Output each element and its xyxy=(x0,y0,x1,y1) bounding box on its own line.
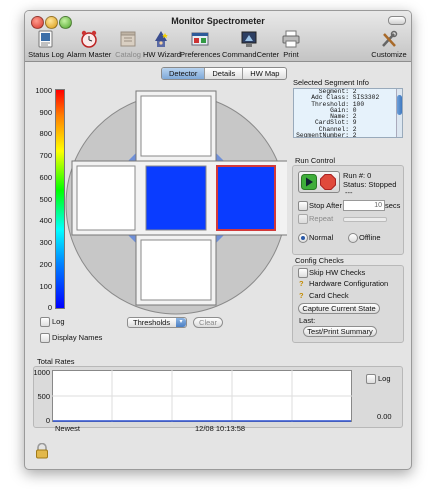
toolbar-toggle-button[interactable] xyxy=(388,16,406,25)
rates-y-tick: 0 xyxy=(45,416,50,425)
status-log-icon xyxy=(38,30,53,48)
total-rates-plot xyxy=(52,370,352,422)
window-title: Monitor Spectrometer xyxy=(171,16,265,26)
repeat-slider[interactable] xyxy=(343,217,387,222)
detector-view xyxy=(65,90,287,315)
detector-segment-center[interactable] xyxy=(145,165,207,231)
log-scale-label: Log xyxy=(52,317,65,326)
segment-info-scrollbar[interactable] xyxy=(396,89,402,137)
color-scale-tick: 700 xyxy=(39,151,52,160)
tab-details[interactable]: Details xyxy=(204,68,242,79)
toolbar-print-button[interactable]: Print xyxy=(279,30,303,59)
color-scale-tick: 0 xyxy=(47,303,52,312)
toolbar-customize-button[interactable]: Customize xyxy=(371,30,407,59)
card-check-label: Card Check xyxy=(309,291,349,300)
tab-hw-map[interactable]: HW Map xyxy=(242,68,286,79)
toolbar-hw-wizard-button[interactable]: HW Wizard xyxy=(143,30,181,59)
run-number: Run #: 0 xyxy=(343,171,372,180)
rates-log-checkbox[interactable] xyxy=(366,374,376,384)
clear-button[interactable]: Clear xyxy=(193,317,223,328)
color-scale-tick: 500 xyxy=(39,195,52,204)
config-checks-title: Config Checks xyxy=(295,256,344,265)
last-label: Last: xyxy=(299,316,316,325)
display-mode-select[interactable]: Thresholds ▾ xyxy=(127,317,187,328)
display-mode-value: Thresholds xyxy=(133,318,171,327)
segment-info-title: Selected Segment Info xyxy=(293,78,369,87)
detector-segment-top[interactable] xyxy=(140,95,212,157)
lock-icon[interactable] xyxy=(35,443,49,459)
rates-y-tick: 1000 xyxy=(33,368,50,377)
offline-mode-label: Offline xyxy=(359,233,381,242)
toolbar-preferences-button[interactable]: Preferences xyxy=(180,30,220,59)
repeat-label: Repeat xyxy=(309,214,334,223)
alarm-clock-icon xyxy=(81,30,97,48)
skip-hw-checks-label: Skip HW Checks xyxy=(309,268,366,277)
chevron-down-icon: ▾ xyxy=(176,318,186,327)
color-scale-tick: 600 xyxy=(39,173,52,182)
run-sub-status: --- xyxy=(345,188,353,197)
command-center-icon xyxy=(241,31,257,47)
title-bar: Monitor Spectrometer Status Log Alarm Ma… xyxy=(25,11,411,62)
view-tabs: Detector Details HW Map xyxy=(161,67,288,80)
display-names-label: Display Names xyxy=(52,333,103,342)
start-run-button[interactable] xyxy=(301,174,317,190)
color-scale-tick: 400 xyxy=(39,216,52,225)
log-scale-checkbox[interactable] xyxy=(40,317,50,327)
segment-info-row: SegmentNumber: 2 xyxy=(296,132,357,138)
rates-y-tick: 500 xyxy=(37,392,50,401)
main-window: Monitor Spectrometer Status Log Alarm Ma… xyxy=(24,10,412,470)
rates-x-label-newest: Newest xyxy=(55,424,81,433)
segment-info-panel: Segment: 2 Adc Class: SIS3302 Threshold:… xyxy=(293,88,403,138)
run-control-title: Run Control xyxy=(295,156,336,165)
color-scale-tick: 100 xyxy=(39,282,52,291)
color-scale-tick: 200 xyxy=(39,260,52,269)
stop-run-button[interactable] xyxy=(320,174,336,190)
normal-mode-radio[interactable] xyxy=(298,233,308,243)
color-scale-tick: 300 xyxy=(39,238,52,247)
toolbar-status-log-button[interactable]: Status Log xyxy=(27,30,65,59)
detector-segment-left[interactable] xyxy=(76,165,136,231)
toolbar-catalog-button[interactable]: Catalog xyxy=(113,30,143,59)
detector-segment-bottom[interactable] xyxy=(140,239,212,301)
capture-current-state-button[interactable]: Capture Current State xyxy=(298,303,380,314)
display-names-checkbox[interactable] xyxy=(40,333,50,343)
printer-icon xyxy=(282,30,300,48)
rates-x-label-time: 12/08 10:13:58 xyxy=(195,424,246,433)
toolbar-alarm-master-button[interactable]: Alarm Master xyxy=(66,30,112,59)
color-scale-tick: 800 xyxy=(39,129,52,138)
repeat-checkbox[interactable] xyxy=(298,214,308,224)
config-checks-panel: Skip HW Checks ? Hardware Configuration … xyxy=(292,265,404,343)
stop-after-unit: secs xyxy=(385,201,401,210)
rates-current-value: 0.00 xyxy=(377,412,392,421)
color-scale-bar xyxy=(55,89,65,309)
tools-icon xyxy=(382,30,398,47)
toolbar-command-center-button[interactable]: CommandCenter xyxy=(222,30,279,59)
tab-detector[interactable]: Detector xyxy=(162,68,205,79)
rates-log-label: Log xyxy=(378,374,391,383)
total-rates-title: Total Rates xyxy=(37,357,75,366)
test-print-summary-button[interactable]: Test/Print Summary xyxy=(303,326,377,337)
catalog-icon xyxy=(120,31,136,47)
stop-after-input[interactable]: 10 xyxy=(343,200,385,211)
stop-after-label: Stop After xyxy=(309,201,342,210)
scrollbar-thumb[interactable] xyxy=(397,95,402,115)
detector-segment-right[interactable] xyxy=(216,165,276,231)
color-scale-tick: 900 xyxy=(39,108,52,117)
run-buttons-group xyxy=(298,171,340,193)
wizard-icon xyxy=(155,31,168,47)
run-control-panel: Run #: 0 Status: Stopped --- Stop After … xyxy=(292,165,404,255)
question-mark-icon: ? xyxy=(299,291,304,300)
stop-after-checkbox[interactable] xyxy=(298,201,308,211)
question-mark-icon: ? xyxy=(299,279,304,288)
color-scale-tick: 1000 xyxy=(35,86,52,95)
normal-mode-label: Normal xyxy=(309,233,334,242)
skip-hw-checks-checkbox[interactable] xyxy=(298,268,308,278)
hardware-configuration-label: Hardware Configuration xyxy=(309,279,389,288)
preferences-icon xyxy=(191,32,209,46)
offline-mode-radio[interactable] xyxy=(348,233,358,243)
